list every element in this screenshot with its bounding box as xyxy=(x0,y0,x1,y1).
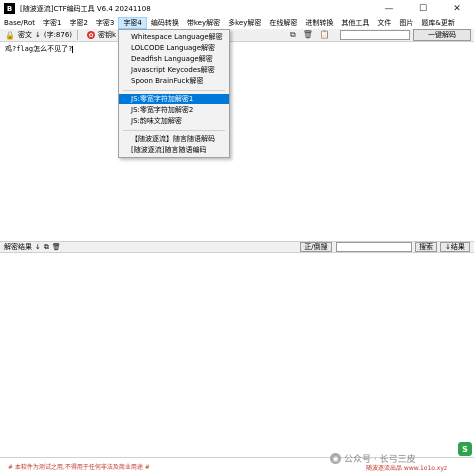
dropdown-item-random-encode[interactable]: [随波逐流]随言随语编码 xyxy=(119,145,229,155)
cipher-4-dropdown: Whitespace Language解密 LOLCODE Language解密… xyxy=(118,29,230,158)
status-bar: # 本软件为测试之用,不得用于任何非法及商业用途 # ◉ 公众号 · 长弓三皮 … xyxy=(0,442,474,475)
window-title: [随波逐流]CTF编码工具 V6.4 20241108 xyxy=(20,4,151,13)
dropdown-item-js-keycodes[interactable]: Javascript Keycodes解密 xyxy=(119,65,229,75)
toolbar-separator xyxy=(77,30,79,40)
menu-base-conversion[interactable]: 进制转换 xyxy=(301,17,337,29)
toolbar-icon-group: ⧉ 🗑 📋 xyxy=(290,30,330,40)
cipher-label: 密文 xyxy=(17,31,32,39)
result-label: 解密结果 xyxy=(4,243,32,251)
text-caret xyxy=(72,45,74,53)
trash-icon[interactable]: 🗑 xyxy=(52,243,61,252)
menu-cipher-4[interactable]: 字密4 xyxy=(118,17,147,29)
result-icon-group: ↓ ⧉ 🗑 xyxy=(35,243,61,252)
dropdown-separator xyxy=(123,130,225,131)
window-controls: — ☐ ✕ xyxy=(372,0,474,17)
decode-all-button[interactable]: 一键解码 xyxy=(413,29,471,41)
ciphertext-value: 鸡?flag怎么不见了? xyxy=(5,45,73,53)
menu-image[interactable]: 图片 xyxy=(395,17,417,29)
down-arrow-icon[interactable]: ↓ xyxy=(35,243,41,252)
menu-cipher-2[interactable]: 字密2 xyxy=(65,17,91,29)
wechat-icon: ◉ xyxy=(330,453,341,464)
search-input[interactable] xyxy=(336,242,412,252)
menu-other-tools[interactable]: 其他工具 xyxy=(337,17,373,29)
dropdown-item-whitespace[interactable]: Whitespace Language解密 xyxy=(119,32,229,42)
toolbar: 🔒 密文 ↓ (字:876) ✿ 密钥k ⧉ 🗑 📋 一键解码 xyxy=(0,29,474,42)
search-button[interactable]: 搜索 xyxy=(415,242,437,252)
maximize-button[interactable]: ☐ xyxy=(406,0,440,17)
menu-updates[interactable]: 题库&更新 xyxy=(417,17,458,29)
copy-icon[interactable]: ⧉ xyxy=(290,30,296,40)
menu-online-decrypt[interactable]: 在线解密 xyxy=(265,17,301,29)
menu-key-decrypt[interactable]: 带key解密 xyxy=(183,17,224,29)
menu-cipher-1[interactable]: 字密1 xyxy=(39,17,65,29)
title-bar: B [随波逐流]CTF编码工具 V6.4 20241108 — ☐ ✕ xyxy=(0,0,474,17)
trash-icon[interactable]: 🗑 xyxy=(303,30,313,40)
key-icon: ✿ xyxy=(87,31,96,39)
key-label: 密钥k xyxy=(98,31,117,39)
menu-file[interactable]: 文件 xyxy=(373,17,395,29)
disclaimer-text: # 本软件为测试之用,不得用于任何非法及商业用途 # xyxy=(8,464,150,471)
dropdown-item-spoon-brainfuck[interactable]: Spoon BrainFuck解密 xyxy=(119,76,229,86)
credit-text: 随波逐流出品 www.1o1o.xyz xyxy=(366,465,448,472)
key-input[interactable] xyxy=(340,30,410,40)
site-logo-icon: S xyxy=(458,442,472,456)
menu-encoding[interactable]: 编码转换 xyxy=(147,17,183,29)
app-icon: B xyxy=(4,3,15,14)
minimize-button[interactable]: — xyxy=(372,0,406,17)
result-bar: 解密结果 ↓ ⧉ 🗑 正/倒搜 搜索 ↓结果 xyxy=(0,241,474,253)
dropdown-item-yunwei[interactable]: JS:韵味文加解密 xyxy=(119,116,229,126)
dropdown-separator xyxy=(123,90,225,91)
dropdown-item-deadfish[interactable]: Deadfish Language解密 xyxy=(119,54,229,64)
lock-icon: 🔒 xyxy=(5,30,15,40)
char-count: (字:876) xyxy=(43,31,73,39)
copy-icon[interactable]: ⧉ xyxy=(44,243,49,252)
result-options-button[interactable]: ↓结果 xyxy=(440,242,470,252)
result-output[interactable] xyxy=(3,254,471,456)
dropdown-item-zero-width-1[interactable]: JS:零宽字符加解密1 xyxy=(119,94,229,104)
reverse-search-button[interactable]: 正/倒搜 xyxy=(300,242,332,252)
clipboard-icon[interactable]: 📋 xyxy=(320,30,330,40)
dropdown-item-zero-width-2[interactable]: JS:零宽字符加解密2 xyxy=(119,105,229,115)
dropdown-item-lolcode[interactable]: LOLCODE Language解密 xyxy=(119,43,229,53)
menu-cipher-3[interactable]: 字密3 xyxy=(92,17,118,29)
menu-bar: Base/Rot 字密1 字密2 字密3 字密4 编码转换 带key解密 多ke… xyxy=(0,17,474,29)
ciphertext-input[interactable]: 鸡?flag怎么不见了? xyxy=(3,43,471,240)
menu-multi-key-decrypt[interactable]: 多key解密 xyxy=(224,17,265,29)
dropdown-item-random-decode[interactable]: 【随波逐流】随言随语解码 xyxy=(119,134,229,144)
down-arrow-icon[interactable]: ↓ xyxy=(35,31,41,39)
menu-base-rot[interactable]: Base/Rot xyxy=(0,17,39,29)
close-button[interactable]: ✕ xyxy=(440,0,474,17)
